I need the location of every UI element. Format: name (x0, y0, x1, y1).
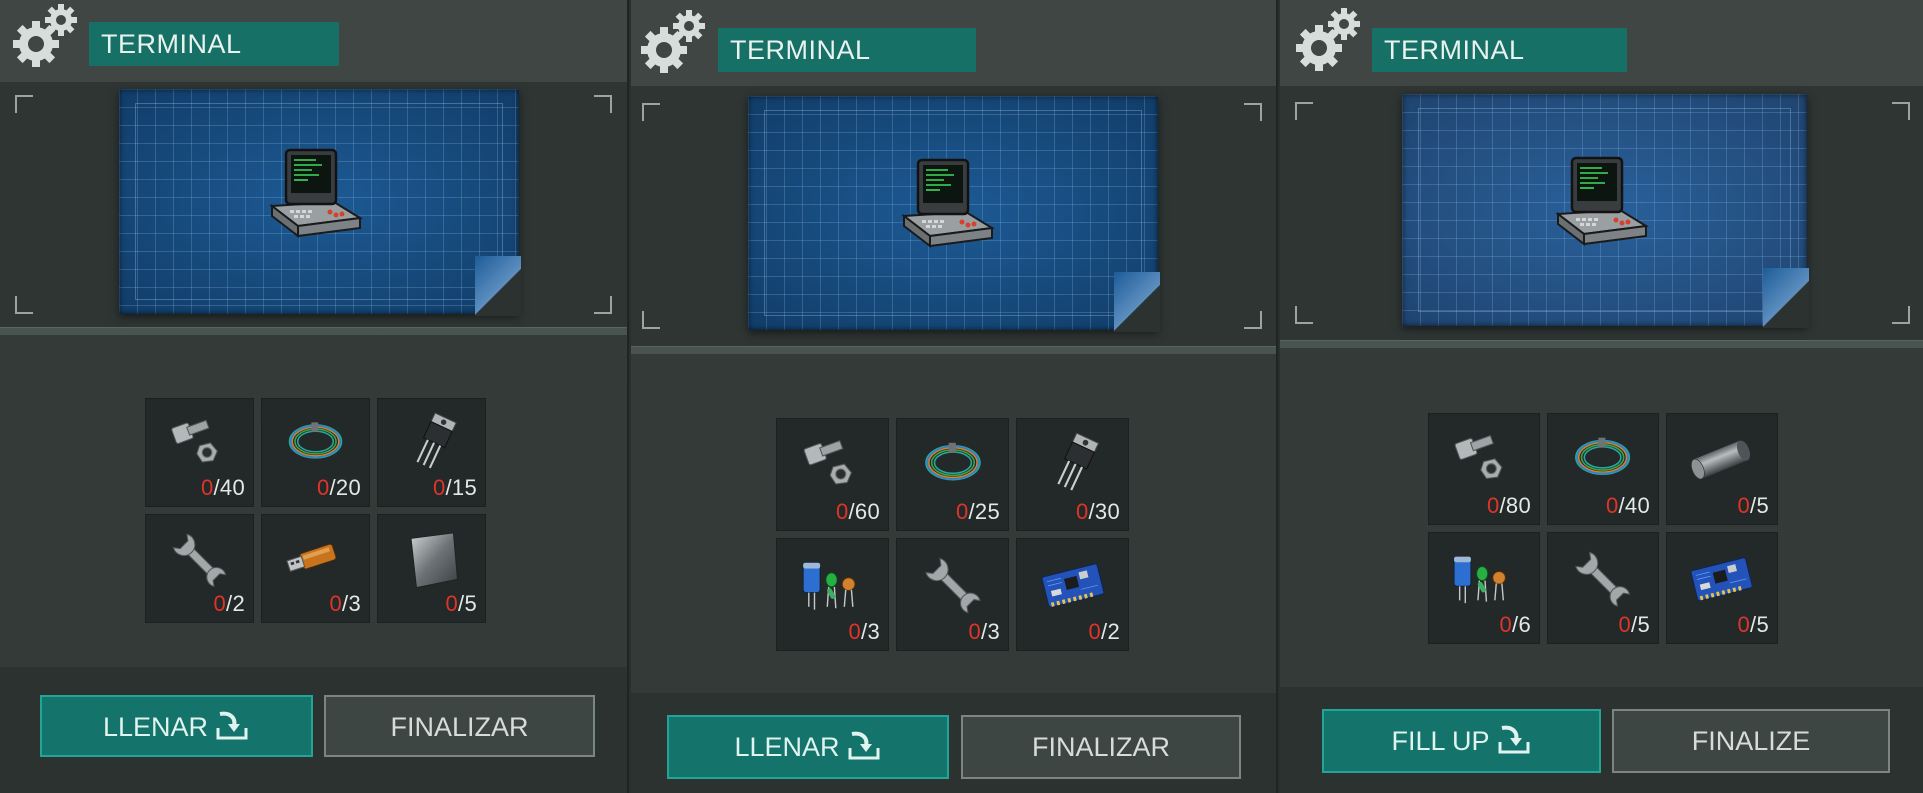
button-bar: LLENAR FINALIZAR (0, 667, 627, 793)
fill-button[interactable]: LLENAR (667, 715, 949, 779)
finish-button[interactable]: FINALIZE (1612, 709, 1890, 773)
metal-rod-icon (1682, 425, 1761, 495)
ingredient-slot-usb-stick[interactable]: 0/3 (261, 514, 370, 623)
ingredient-slot-wrench[interactable]: 0/5 (1547, 532, 1659, 644)
terminal-computer-icon (896, 154, 996, 254)
fill-button[interactable]: FILL UP (1322, 709, 1601, 773)
blueprint (748, 96, 1160, 332)
usb-stick-icon (277, 526, 354, 594)
blueprint (119, 89, 521, 316)
ingredient-count: 0/5 (1737, 493, 1769, 518)
recipe-panel-spanish-2: TERMINAL 0/60 0/25 0/30 0/3 0/3 0/2 LLEN… (631, 0, 1278, 793)
fill-button[interactable]: LLENAR (40, 695, 313, 757)
bolt-nut-icon (161, 410, 238, 478)
ingredient-slot-wrench[interactable]: 0/2 (145, 514, 254, 623)
divider (1280, 340, 1923, 348)
gears-icon (1293, 6, 1363, 76)
ingredient-count: 0/60 (835, 499, 880, 524)
ingredient-count: 0/2 (213, 591, 245, 616)
ingredient-count: 0/25 (955, 499, 1000, 524)
ingredient-slot-bolt-nut[interactable]: 0/60 (776, 418, 889, 531)
ingredient-slot-electronic-components[interactable]: 0/3 (776, 538, 889, 651)
terminal-computer-icon (264, 144, 364, 244)
fill-button-label: LLENAR (102, 712, 209, 742)
metal-sheet-icon (393, 526, 470, 594)
ingredient-count: 0/30 (1075, 499, 1120, 524)
wire-coil-icon (277, 410, 354, 478)
ingredient-grid: 0/40 0/20 0/15 0/2 0/3 0/5 (145, 398, 486, 623)
gears-icon (10, 2, 80, 72)
blueprint-area (1280, 86, 1923, 340)
ingredient-grid: 0/60 0/25 0/30 0/3 0/3 0/2 (776, 418, 1129, 651)
ingredient-slot-circuit-board[interactable]: 0/2 (1016, 538, 1129, 651)
bolt-nut-icon (793, 430, 873, 501)
recipe-panel-english: TERMINAL 0/80 0/40 0/5 0/6 0/5 0/5 FILL … (1280, 0, 1923, 793)
ingredient-slot-transistor[interactable]: 0/15 (377, 398, 486, 507)
ingredient-count: 0/40 (1605, 493, 1650, 518)
electronic-components-icon (793, 550, 873, 621)
ingredient-count: 0/3 (968, 619, 1000, 644)
transistor-icon (393, 410, 470, 478)
ingredient-slot-wire-coil[interactable]: 0/20 (261, 398, 370, 507)
wire-coil-icon (1563, 425, 1642, 495)
blueprint (1402, 94, 1809, 328)
fill-button-label: LLENAR (734, 732, 840, 762)
ingredient-slot-transistor[interactable]: 0/30 (1016, 418, 1129, 531)
panel-title: TERMINAL (718, 28, 976, 72)
finish-button[interactable]: FINALIZAR (324, 695, 595, 757)
finish-button[interactable]: FINALIZAR (961, 715, 1241, 779)
ingredient-slot-metal-sheet[interactable]: 0/5 (377, 514, 486, 623)
divider (631, 346, 1276, 354)
ingredient-count: 0/20 (316, 475, 361, 500)
ingredient-count: 0/5 (445, 591, 477, 616)
fill-icon (1496, 724, 1532, 756)
blueprint-area (631, 86, 1276, 346)
ingredient-count: 0/5 (1737, 612, 1769, 637)
ingredient-count: 0/80 (1486, 493, 1531, 518)
panel-title: TERMINAL (89, 22, 339, 66)
button-bar: LLENAR FINALIZAR (631, 693, 1276, 793)
recipe-panel-spanish-1: TERMINAL 0/40 0/20 0/15 0/2 0/3 0/5 LLEN… (0, 0, 629, 793)
ingredient-count: 0/3 (329, 591, 361, 616)
ingredient-count: 0/3 (848, 619, 880, 644)
ingredient-slot-wire-coil[interactable]: 0/40 (1547, 413, 1659, 525)
ingredient-slot-electronic-components[interactable]: 0/6 (1428, 532, 1540, 644)
ingredient-slot-bolt-nut[interactable]: 0/80 (1428, 413, 1540, 525)
bolt-nut-icon (1444, 425, 1523, 495)
gears-icon (638, 8, 708, 78)
ingredient-slot-wrench[interactable]: 0/3 (896, 538, 1009, 651)
button-bar: FILL UP FINALIZE (1280, 687, 1923, 793)
wrench-icon (1563, 544, 1642, 614)
ingredient-count: 0/2 (1088, 619, 1120, 644)
electronic-components-icon (1444, 544, 1523, 614)
ingredient-count: 0/6 (1499, 612, 1531, 637)
ingredient-slot-bolt-nut[interactable]: 0/40 (145, 398, 254, 507)
circuit-board-icon (1033, 550, 1113, 621)
ingredient-count: 0/5 (1618, 612, 1650, 637)
ingredient-slot-wire-coil[interactable]: 0/25 (896, 418, 1009, 531)
ingredient-count: 0/40 (200, 475, 245, 500)
panel-title: TERMINAL (1372, 28, 1627, 72)
fill-icon (214, 710, 250, 742)
ingredient-grid: 0/80 0/40 0/5 0/6 0/5 0/5 (1428, 413, 1778, 644)
wrench-icon (161, 526, 238, 594)
terminal-computer-icon (1550, 152, 1650, 252)
fill-icon (846, 730, 882, 762)
blueprint-area (0, 82, 627, 327)
ingredient-count: 0/15 (432, 475, 477, 500)
ingredient-slot-circuit-board[interactable]: 0/5 (1666, 532, 1778, 644)
fill-button-label: FILL UP (1391, 726, 1490, 756)
ingredient-slot-metal-rod[interactable]: 0/5 (1666, 413, 1778, 525)
circuit-board-icon (1682, 544, 1761, 614)
divider (0, 327, 627, 335)
wrench-icon (913, 550, 993, 621)
transistor-icon (1033, 430, 1113, 501)
wire-coil-icon (913, 430, 993, 501)
